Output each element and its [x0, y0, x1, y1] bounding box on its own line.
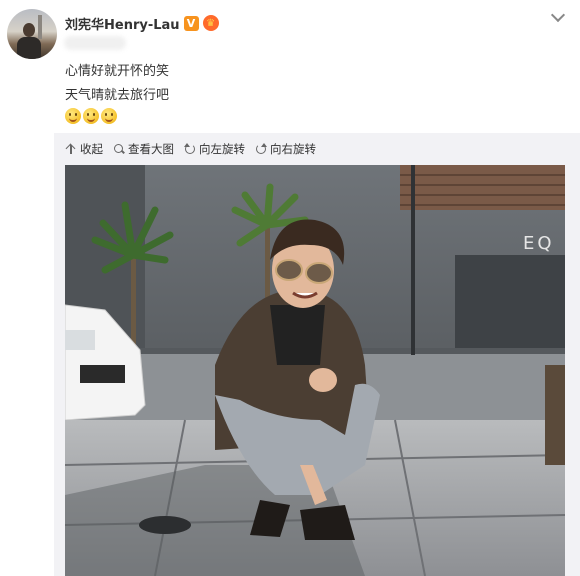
post-line: 心情好就开怀的笑	[65, 64, 170, 79]
photo-illustration: EQ	[65, 165, 565, 576]
smile-emoji-icon	[83, 108, 99, 124]
smile-emoji-icon	[65, 108, 81, 124]
post-text: 心情好就开怀的笑 天气晴就去旅行吧	[65, 60, 169, 108]
avatar-body	[17, 37, 41, 59]
smile-emoji-icon	[101, 108, 117, 124]
avatar[interactable]	[7, 9, 57, 59]
media-toolbar: 收起 查看大图 向左旋转 向右旋转	[65, 140, 316, 158]
upper-window-band	[400, 165, 565, 210]
crown-icon[interactable]: ♛	[202, 15, 219, 31]
rotate-right-button[interactable]: 向右旋转	[255, 141, 316, 157]
rotate-left-button[interactable]: 向左旋转	[184, 141, 245, 157]
username-link[interactable]: 刘宪华Henry-Lau	[65, 14, 180, 33]
emoji-row	[65, 108, 117, 124]
chevron-down-icon[interactable]	[550, 8, 566, 24]
weibo-post-card: 刘宪华Henry-Lau V ♛ 心情好就开怀的笑 天气晴就去旅行吧 收起 查看…	[0, 0, 580, 576]
post-line: 天气晴就去旅行吧	[65, 88, 170, 103]
arrow-up-icon	[65, 143, 77, 155]
avatar-head	[23, 23, 35, 37]
tree-trunk-right	[545, 365, 565, 465]
post-photo[interactable]: EQ	[65, 165, 565, 576]
rotate-right-label: 向右旋转	[270, 142, 316, 156]
rotate-right-icon	[255, 143, 267, 155]
rotate-left-label: 向左旋转	[199, 142, 245, 156]
collapse-label: 收起	[80, 142, 103, 156]
blurred-timestamp	[64, 36, 126, 50]
collapse-button[interactable]: 收起	[65, 141, 103, 157]
verified-badge-icon[interactable]: V	[183, 15, 199, 31]
avatar-tower	[38, 15, 42, 39]
search-icon	[113, 143, 125, 155]
username-row: 刘宪华Henry-Lau V ♛	[65, 13, 219, 33]
storefront-sign: EQ	[523, 233, 555, 254]
view-large-button[interactable]: 查看大图	[113, 141, 174, 157]
manhole-cover	[139, 516, 191, 534]
view-large-label: 查看大图	[128, 142, 174, 156]
rotate-left-icon	[184, 143, 196, 155]
storefront	[455, 255, 565, 355]
